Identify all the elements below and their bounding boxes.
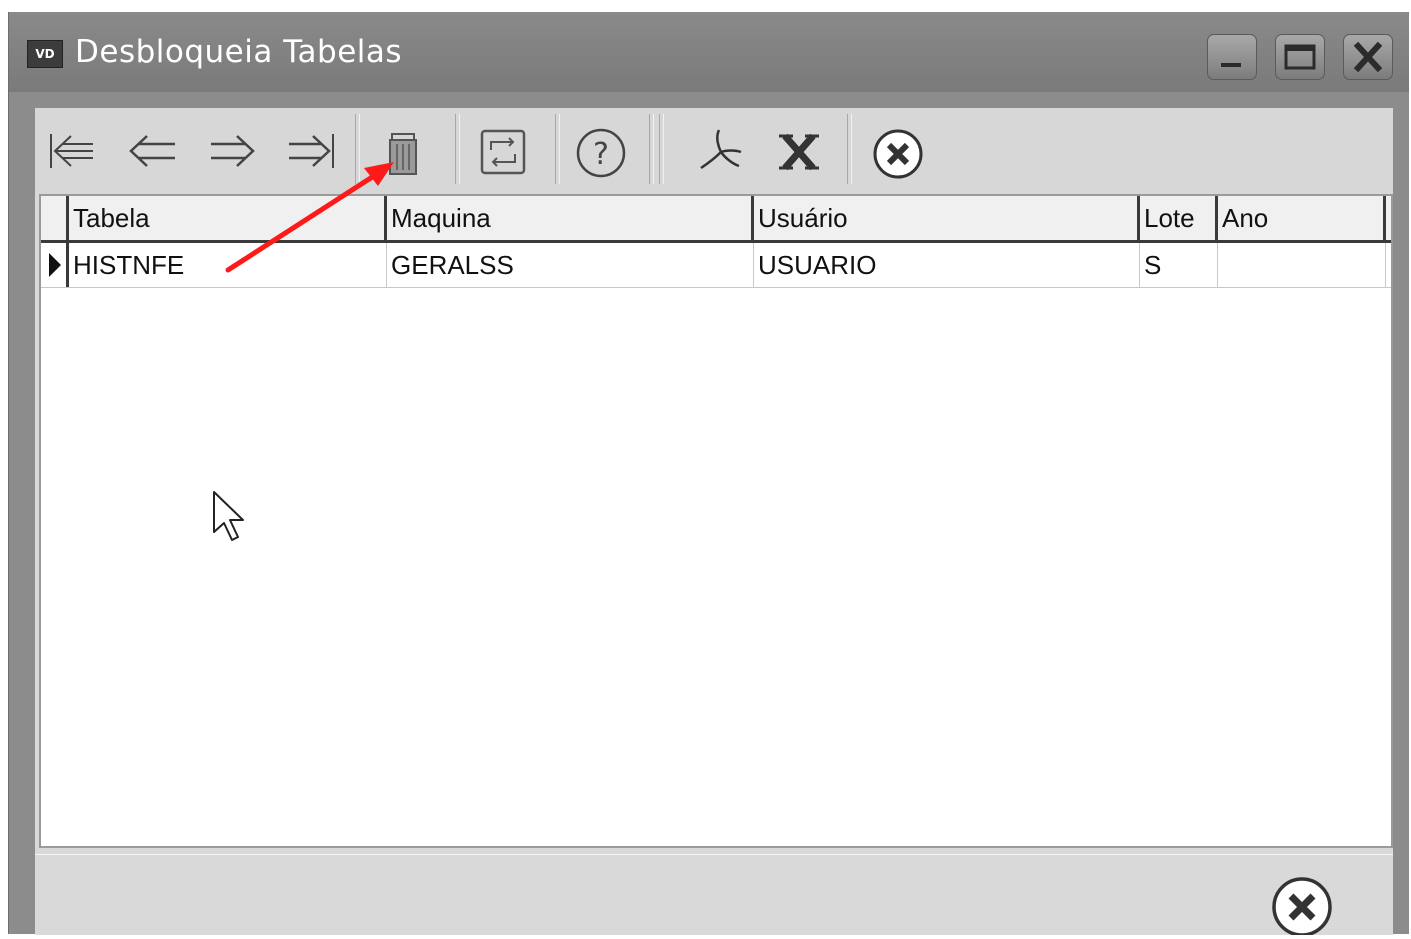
current-row-arrow-icon (49, 253, 61, 277)
toolbar-separator (659, 114, 664, 184)
column-header-lote[interactable]: Lote (1140, 196, 1218, 240)
minimize-icon (1221, 63, 1241, 67)
indicator-header (41, 196, 69, 240)
export-excel-button[interactable] (765, 118, 835, 182)
window-client-area: ? Tabela Maquina Usuário Lote Ano HISTNF… (35, 108, 1393, 937)
close-circle-icon (1272, 877, 1332, 937)
trash-icon (389, 133, 417, 175)
column-header-usuario[interactable]: Usuário (754, 196, 1140, 240)
toolbar-separator (455, 114, 460, 184)
maximize-button[interactable] (1275, 34, 1325, 80)
export-pdf-button[interactable] (685, 118, 755, 182)
cell-tabela[interactable]: HISTNFE (69, 243, 387, 287)
toolbar-separator (649, 114, 654, 184)
window-title: Desbloqueia Tabelas (75, 34, 403, 70)
last-record-button[interactable] (275, 118, 345, 182)
refresh-button[interactable] (469, 118, 539, 182)
toolbar-close-button[interactable] (863, 118, 933, 182)
app-icon: VD (27, 40, 63, 68)
desbloqueia-tabelas-window: VD Desbloqueia Tabelas ? Tabela Maquina … (8, 12, 1409, 937)
bottom-panel (35, 854, 1393, 937)
toolbar-separator (847, 114, 852, 184)
svg-text:?: ? (593, 137, 609, 172)
excel-icon (779, 133, 819, 171)
refresh-icon (480, 129, 526, 175)
pdf-icon (700, 129, 742, 170)
cell-usuario[interactable]: USUARIO (754, 243, 1140, 287)
window-close-button[interactable] (1343, 34, 1393, 80)
cell-maquina[interactable]: GERALSS (387, 243, 754, 287)
table-row[interactable]: HISTNFE GERALSS USUARIO S (41, 243, 1391, 288)
navigation-toolbar: ? (35, 108, 1393, 194)
toolbar-separator (555, 114, 560, 184)
close-circle-icon (873, 129, 923, 179)
column-header-maquina[interactable]: Maquina (387, 196, 754, 240)
toolbar-separator (355, 114, 360, 184)
column-header-tabela[interactable]: Tabela (69, 196, 387, 240)
bottom-close-button[interactable] (1269, 869, 1335, 937)
help-icon: ? (576, 128, 626, 178)
cell-ano[interactable] (1218, 243, 1386, 287)
maximize-icon (1284, 44, 1316, 70)
cell-lote[interactable]: S (1140, 243, 1218, 287)
delete-button[interactable] (369, 118, 439, 182)
next-arrow-icon (211, 135, 255, 167)
first-icon (50, 134, 93, 168)
next-record-button[interactable] (197, 118, 267, 182)
prior-arrow-icon (129, 135, 175, 167)
minimize-button[interactable] (1207, 34, 1257, 80)
grid-header: Tabela Maquina Usuário Lote Ano (41, 196, 1391, 243)
help-button[interactable]: ? (567, 118, 637, 182)
window-close-icon (1353, 41, 1383, 73)
row-indicator (41, 243, 69, 287)
column-header-ano[interactable]: Ano (1218, 196, 1386, 240)
locked-tables-grid[interactable]: Tabela Maquina Usuário Lote Ano HISTNFE … (39, 194, 1393, 848)
title-bar[interactable]: VD Desbloqueia Tabelas (9, 12, 1409, 92)
prior-record-button[interactable] (119, 118, 189, 182)
first-record-button[interactable] (41, 118, 111, 182)
last-icon (289, 134, 334, 168)
